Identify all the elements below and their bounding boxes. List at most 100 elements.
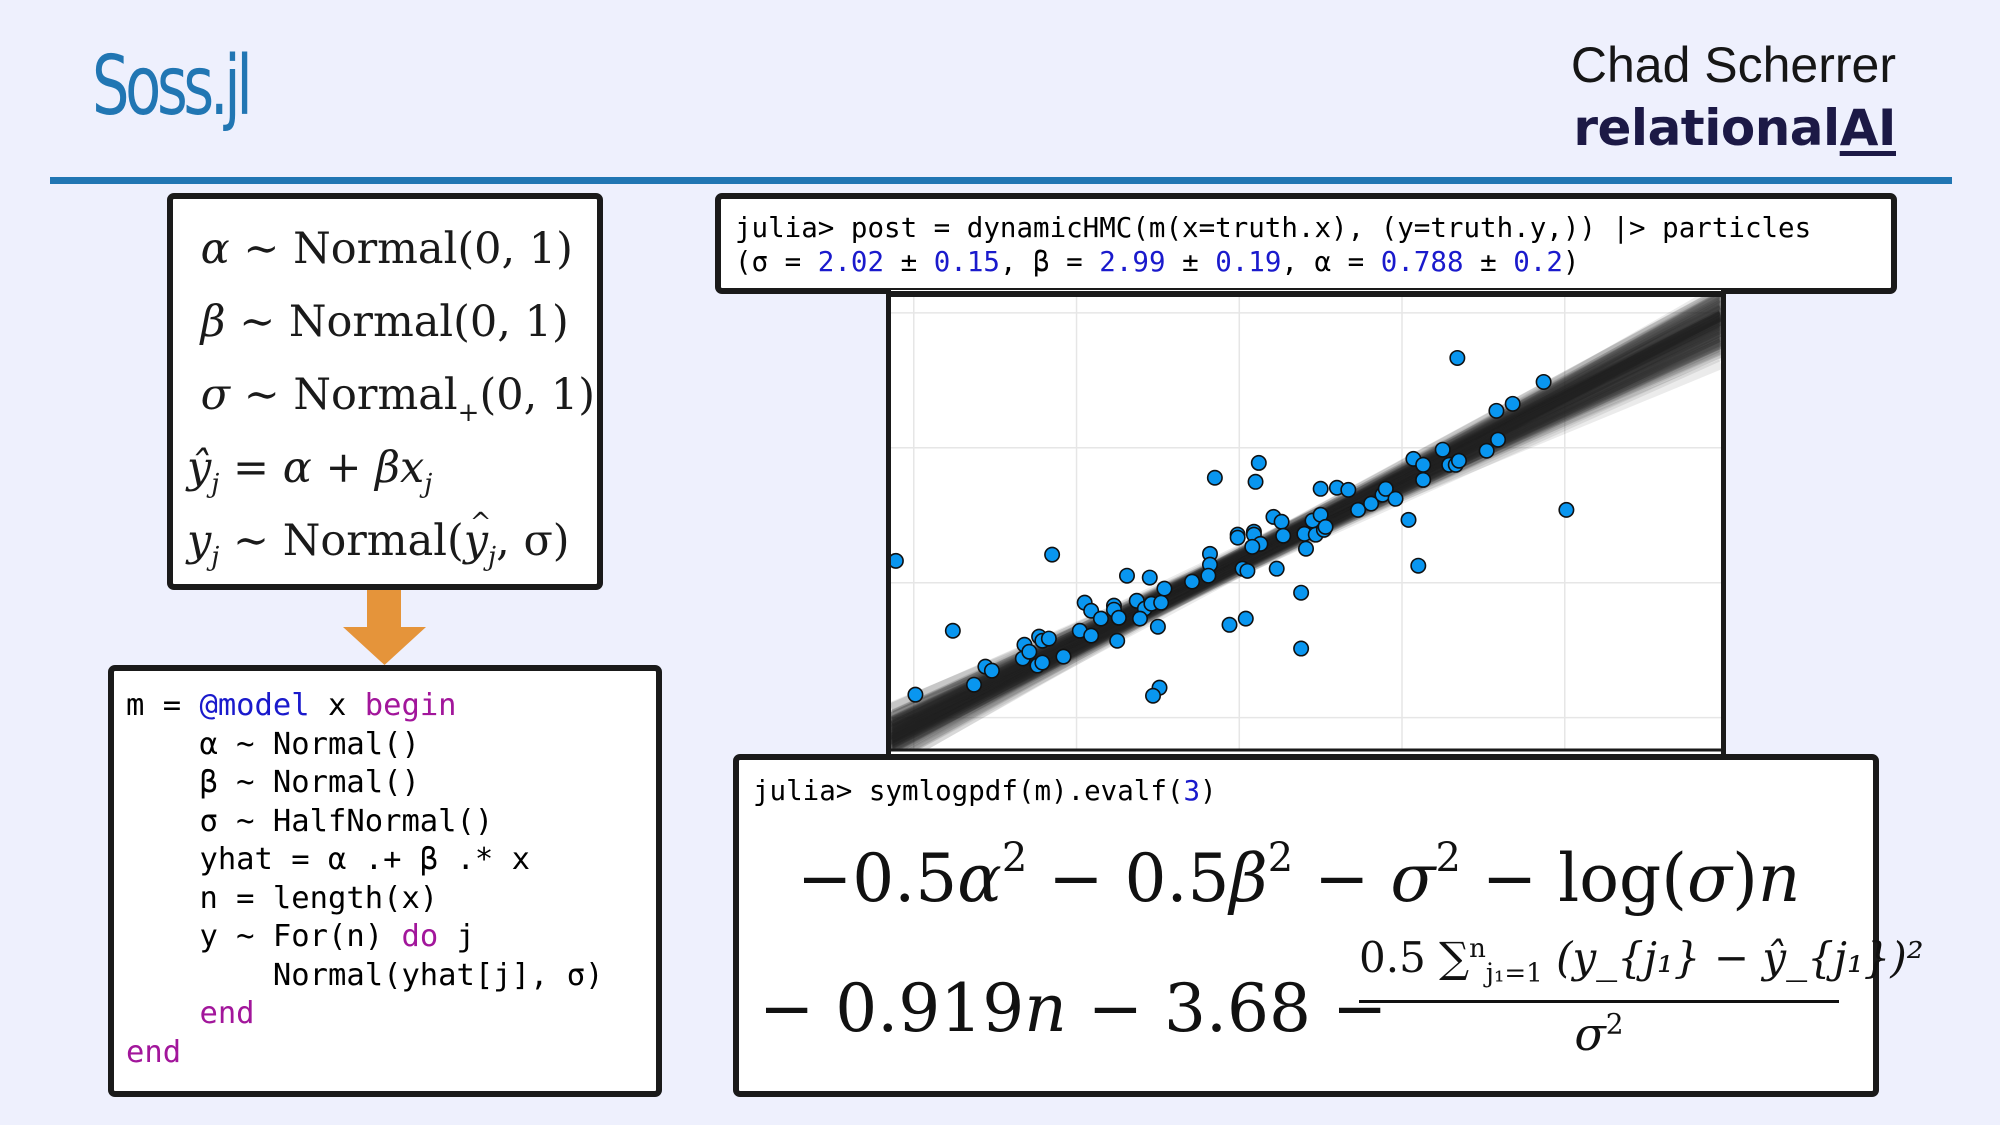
number-token: 0.15 bbox=[933, 246, 1000, 278]
math-rhs: Normal bbox=[293, 370, 458, 420]
logpdf-expression-line2: − 0.919n − 3.68 − bbox=[759, 970, 1387, 1047]
data-point bbox=[1206, 469, 1223, 486]
number-token: 0.2 bbox=[1513, 246, 1563, 278]
repl-bottom-line: julia> symlogpdf(m).evalf(3) bbox=[753, 774, 1873, 808]
code-line: σ ~ HalfNormal() bbox=[126, 803, 656, 842]
math-line-sigma: σ ∼ Normal+(0, 1) bbox=[187, 359, 597, 432]
math-subscript: j bbox=[211, 542, 220, 572]
code-line: end bbox=[126, 995, 656, 1034]
code-line: n = length(x) bbox=[126, 880, 656, 919]
data-point bbox=[1244, 538, 1261, 555]
variable: n bbox=[1757, 840, 1801, 917]
exponent: 2 bbox=[1267, 835, 1294, 881]
number-token: 2.02 bbox=[817, 246, 885, 278]
sum-body: (y_{j₁} − ŷ_{j₁})² bbox=[1556, 933, 1924, 982]
keyword-token: end bbox=[199, 996, 255, 1031]
data-point bbox=[1184, 573, 1201, 590]
data-point bbox=[1239, 562, 1256, 579]
data-point bbox=[1083, 627, 1100, 644]
data-point bbox=[1044, 546, 1061, 563]
variable: α bbox=[957, 840, 1002, 917]
code-token: ) bbox=[1200, 775, 1217, 807]
math-line-beta: β ∼ Normal(0, 1) bbox=[187, 286, 597, 359]
denominator-var: σ bbox=[1574, 1007, 1606, 1061]
data-point bbox=[1221, 616, 1238, 633]
code-token: x bbox=[309, 688, 365, 723]
data-point bbox=[1535, 373, 1552, 390]
page-title: Soss.jl bbox=[92, 39, 253, 134]
repl-top-line: (σ = 2.02 ± 0.15, β = 2.99 ± 0.19, α = 0… bbox=[735, 245, 1891, 279]
numerator-coef: 0.5 ∑ bbox=[1359, 933, 1470, 982]
variable: β bbox=[1229, 840, 1268, 917]
data-point bbox=[1273, 513, 1290, 530]
data-point bbox=[1250, 454, 1267, 471]
data-point bbox=[1109, 632, 1126, 649]
number-token: 3 bbox=[1183, 775, 1201, 807]
number-token: 0.788 bbox=[1380, 246, 1464, 278]
data-point bbox=[1340, 481, 1357, 498]
math-lhs: ŷ bbox=[187, 443, 212, 493]
code-token: σ ~ HalfNormal() bbox=[126, 803, 494, 839]
code-line: end bbox=[126, 1034, 656, 1073]
data-point bbox=[966, 676, 983, 693]
code-token: α ~ Normal() bbox=[126, 726, 420, 762]
data-point bbox=[1145, 687, 1162, 704]
sum-upper: n bbox=[1469, 934, 1486, 964]
data-point bbox=[1132, 610, 1149, 627]
math-rel: ∼ bbox=[239, 297, 276, 347]
data-point bbox=[1268, 560, 1285, 577]
expr-term: ) bbox=[1732, 840, 1758, 917]
code-token: (σ = bbox=[735, 246, 818, 278]
brand-logo: relationalAI bbox=[1573, 103, 1896, 153]
math-hat-var: y bbox=[464, 487, 492, 578]
math-lhs: y bbox=[187, 516, 212, 566]
math-lhs: α bbox=[200, 224, 230, 274]
data-point bbox=[1118, 567, 1135, 584]
code-line: m = @model x begin bbox=[126, 687, 656, 726]
data-point bbox=[1504, 395, 1521, 412]
math-lhs: σ bbox=[200, 370, 231, 420]
math-rhs: Normal( bbox=[282, 516, 464, 566]
code-token: yhat = α .+ β .* x bbox=[126, 842, 530, 877]
data-point bbox=[1488, 402, 1505, 419]
code-token: , α = bbox=[1281, 246, 1381, 278]
math-rel: ∼ bbox=[243, 224, 280, 274]
math-line-yhat: ŷj = α + βxj bbox=[187, 432, 597, 505]
expr-term: − 0.5 bbox=[1027, 840, 1230, 917]
math-lhs: β bbox=[200, 297, 226, 347]
code-token: ± bbox=[884, 246, 934, 278]
code-token: n = length(x) bbox=[126, 880, 439, 916]
down-arrow-icon bbox=[343, 590, 426, 665]
math-args: , σ) bbox=[496, 516, 570, 566]
data-point bbox=[1478, 442, 1495, 459]
data-point bbox=[1410, 557, 1427, 574]
math-args: (0, 1) bbox=[479, 370, 596, 420]
data-point bbox=[1415, 456, 1432, 473]
math-rhs: α + βx bbox=[282, 443, 425, 493]
brand-suffix: AI bbox=[1839, 99, 1897, 157]
exponent: 2 bbox=[1435, 835, 1461, 881]
repl-posterior-panel: julia> post = dynamicHMC(m(x=truth.x), (… bbox=[715, 193, 1897, 294]
model-code-panel: m = @model x begin α ~ Normal() β ~ Norm… bbox=[108, 665, 662, 1097]
data-point bbox=[983, 662, 1000, 679]
data-point bbox=[1149, 618, 1166, 635]
author-name: Chad Scherrer bbox=[1570, 37, 1896, 93]
code-line: y ~ For(n) do j bbox=[126, 918, 656, 957]
code-token: , β = bbox=[999, 246, 1100, 278]
keyword-token: end bbox=[126, 1034, 182, 1070]
data-point bbox=[1055, 648, 1072, 665]
repl-symlogpdf-prompt: julia> symlogpdf(m).evalf(3) bbox=[753, 774, 1873, 808]
repl-top-line: julia> post = dynamicHMC(m(x=truth.x), (… bbox=[735, 211, 1891, 245]
code-token: j bbox=[438, 919, 475, 954]
chart-svg bbox=[891, 291, 1721, 752]
expr-term: − log( bbox=[1460, 840, 1688, 917]
math-subscript: j bbox=[211, 469, 220, 499]
logpdf-fraction: 0.5 ∑nj₁=1 (y_{j₁} − ŷ_{j₁})² σ2 bbox=[1359, 922, 1924, 1061]
arrow-shape bbox=[343, 590, 426, 665]
code-token: ± bbox=[1463, 246, 1514, 278]
data-point bbox=[1558, 501, 1575, 518]
keyword-token: begin bbox=[364, 688, 457, 723]
number-token: 0.19 bbox=[1215, 246, 1282, 278]
header-divider bbox=[50, 177, 1952, 184]
